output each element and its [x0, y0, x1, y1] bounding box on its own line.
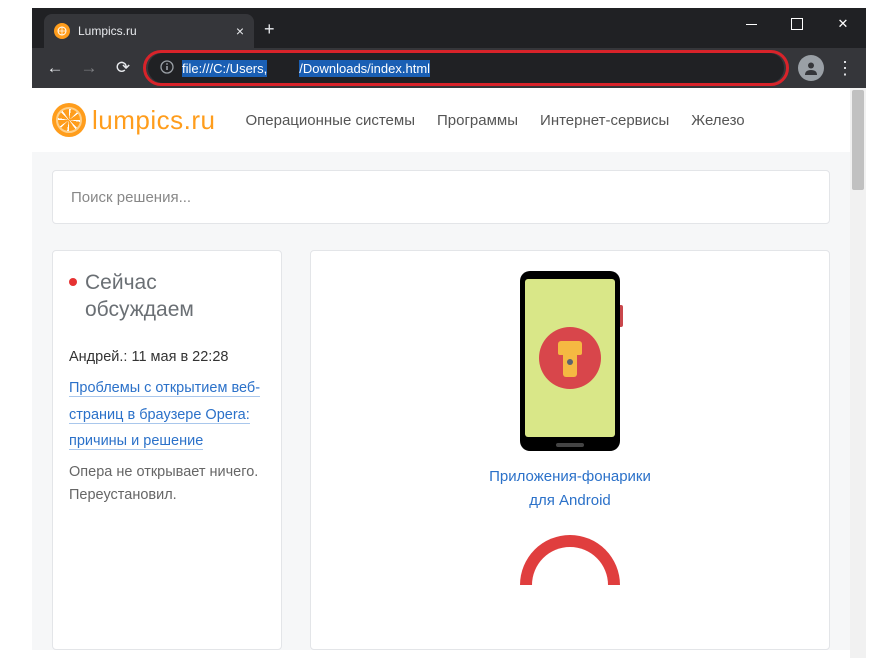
maximize-button[interactable] [774, 8, 820, 40]
logo-icon [52, 103, 86, 137]
phone-illustration [520, 271, 620, 451]
content-columns: Сейчас обсуждаем Андрей.: 11 мая в 22:28… [32, 250, 850, 650]
reload-button[interactable]: ⟳ [108, 53, 138, 83]
sidebar-title-text: Сейчас обсуждаем [85, 269, 265, 324]
titlebar: Lumpics.ru × + [32, 8, 866, 48]
address-bar[interactable]: file:///C:/Users,/Downloads/index.html [148, 53, 784, 83]
sidebar: Сейчас обсуждаем Андрей.: 11 мая в 22:28… [52, 250, 282, 650]
logo-text: lumpics.ru [92, 105, 215, 136]
comment-meta: Андрей.: 11 мая в 22:28 [69, 346, 265, 369]
main-nav: Операционные системы Программы Интернет-… [245, 112, 744, 129]
site-header: lumpics.ru Операционные системы Программ… [32, 88, 850, 152]
minimize-button[interactable] [728, 8, 774, 40]
article-title: Приложения-фонарикидля Android [331, 465, 809, 513]
browser-tab[interactable]: Lumpics.ru × [44, 14, 254, 48]
site-info-icon[interactable] [160, 60, 174, 77]
flashlight-icon [539, 327, 601, 389]
window-controls [728, 8, 866, 40]
main-article: Приложения-фонарикидля Android [310, 250, 830, 650]
next-illustration [520, 535, 620, 585]
viewport: lumpics.ru Операционные системы Программ… [32, 88, 866, 660]
menu-button[interactable]: ⋮ [832, 58, 858, 79]
scrollbar[interactable] [850, 88, 866, 660]
new-tab-button[interactable]: + [264, 19, 275, 40]
forward-button[interactable]: → [74, 53, 104, 83]
back-button[interactable]: ← [40, 53, 70, 83]
address-text: file:///C:/Users,/Downloads/index.html [182, 61, 430, 76]
nav-services[interactable]: Интернет-сервисы [540, 112, 669, 129]
address-bar-container: file:///C:/Users,/Downloads/index.html [148, 53, 784, 83]
article-link[interactable]: Приложения-фонарикидля Android [489, 468, 651, 509]
profile-button[interactable] [798, 55, 824, 81]
site-logo[interactable]: lumpics.ru [52, 103, 215, 137]
tab-favicon [54, 23, 70, 39]
toolbar: ← → ⟳ file:///C:/Users,/Downloads/index.… [32, 48, 866, 88]
comment-link-anchor[interactable]: Проблемы с открытием веб-страниц в брауз… [69, 380, 260, 451]
nav-os[interactable]: Операционные системы [245, 112, 415, 129]
window-close-button[interactable] [820, 8, 866, 40]
tab-title: Lumpics.ru [78, 24, 228, 38]
tab-close-icon[interactable]: × [236, 23, 244, 39]
search-box[interactable] [52, 170, 830, 224]
page-content: lumpics.ru Операционные системы Программ… [32, 88, 850, 660]
live-dot-icon [69, 278, 77, 286]
search-section [32, 152, 850, 250]
frame-bottom [0, 658, 870, 662]
comment-link: Проблемы с открытием веб-страниц в брауз… [69, 375, 265, 455]
scroll-thumb[interactable] [852, 90, 864, 190]
comment-text: Опера не открывает ничего. Переустановил… [69, 461, 265, 507]
search-input[interactable] [71, 189, 811, 206]
sidebar-heading: Сейчас обсуждаем [69, 269, 265, 324]
nav-programs[interactable]: Программы [437, 112, 518, 129]
browser-window: Lumpics.ru × + ← → ⟳ file:///C:/Users,/D… [32, 8, 866, 660]
nav-hardware[interactable]: Железо [691, 112, 744, 129]
